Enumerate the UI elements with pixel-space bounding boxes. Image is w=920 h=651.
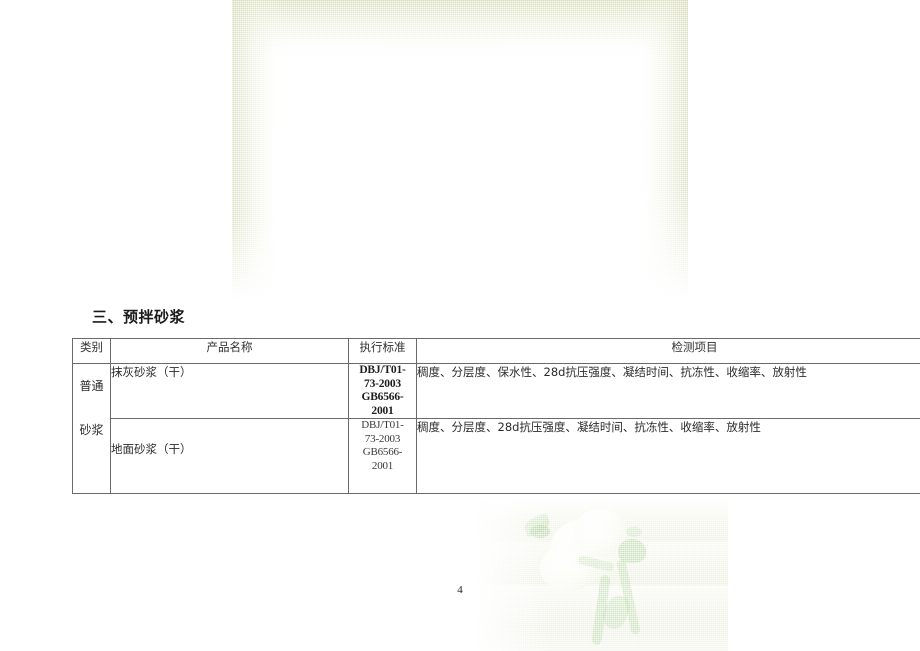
test-items-cell: 稠度、分层度、保水性、28d抗压强度、凝结时间、抗冻性、收缩率、放射性 bbox=[416, 363, 920, 419]
flower-bud-left-inner bbox=[530, 525, 550, 538]
header-product-name: 产品名称 bbox=[110, 338, 349, 364]
standard-line-3: GB6566- bbox=[361, 391, 404, 403]
document-page: 三、预拌砂浆 类别 产品名称 执行标准 检测项目 普通 砂浆 抹灰砂浆（干） D… bbox=[0, 0, 920, 651]
section-heading: 三、预拌砂浆 bbox=[92, 308, 186, 326]
page-number: 4 bbox=[457, 584, 463, 596]
flower-stem-right bbox=[616, 558, 641, 636]
standard-line-4: 2001 bbox=[371, 404, 394, 417]
flower-leaf bbox=[626, 527, 642, 537]
watermark-band-left bbox=[232, 0, 284, 300]
standard-line-3: GB6566- bbox=[362, 446, 403, 458]
watermark-dither-texture bbox=[232, 0, 688, 300]
header-test-items: 检测项目 bbox=[416, 338, 920, 364]
watermark-background-gradient bbox=[478, 497, 728, 651]
flower-leaf bbox=[577, 554, 615, 573]
standard-cell: DBJ/T01- 73-2003 GB6566- 2001 bbox=[348, 418, 417, 494]
watermark-band-top bbox=[232, 0, 688, 58]
table-header-row: 类别 产品名称 执行标准 检测项目 bbox=[72, 338, 920, 364]
mortar-table-wrapper: 类别 产品名称 执行标准 检测项目 普通 砂浆 抹灰砂浆（干） DBJ/T01-… bbox=[72, 338, 920, 495]
watermark-top-fade bbox=[478, 497, 728, 523]
top-border-watermark bbox=[232, 0, 688, 300]
flower-leaf bbox=[599, 592, 633, 632]
watermark-left-fade bbox=[478, 497, 548, 651]
product-name-cell: 抹灰砂浆（干） bbox=[110, 363, 349, 419]
standard-line-2: 73-2003 bbox=[364, 377, 401, 390]
standard-line-1: DBJ/T01- bbox=[361, 419, 404, 431]
standard-line-2: 73-2003 bbox=[364, 432, 401, 445]
category-line-2: 砂浆 bbox=[79, 423, 104, 437]
table-row: 地面砂浆（干） DBJ/T01- 73-2003 GB6566- 2001 稠度… bbox=[73, 418, 920, 494]
watermark-band-right bbox=[636, 0, 688, 300]
mortar-specification-table: 类别 产品名称 执行标准 检测项目 普通 砂浆 抹灰砂浆（干） DBJ/T01-… bbox=[72, 338, 920, 494]
category-line-1: 普通 bbox=[79, 379, 104, 393]
category-merged-cell: 普通 砂浆 bbox=[72, 363, 111, 494]
product-name-cell: 地面砂浆（干） bbox=[110, 418, 349, 494]
flower-bud-left bbox=[521, 512, 553, 538]
flower-petal bbox=[550, 519, 616, 581]
watermark-dither-texture bbox=[478, 497, 728, 651]
header-category: 类别 bbox=[72, 338, 111, 364]
standard-cell: DBJ/T01- 73-2003 GB6566- 2001 bbox=[348, 363, 417, 419]
flower-bud-right bbox=[618, 539, 646, 563]
standard-line-4: 2001 bbox=[371, 459, 394, 472]
flower-petal bbox=[574, 509, 626, 557]
header-standard: 执行标准 bbox=[348, 338, 417, 364]
bottom-flower-watermark bbox=[478, 497, 728, 651]
table-row: 普通 砂浆 抹灰砂浆（干） DBJ/T01- 73-2003 GB6566- 2… bbox=[72, 363, 920, 494]
standard-line-1: DBJ/T01- bbox=[359, 364, 406, 376]
test-items-cell: 稠度、分层度、28d抗压强度、凝结时间、抗冻性、收缩率、放射性 bbox=[416, 418, 920, 494]
